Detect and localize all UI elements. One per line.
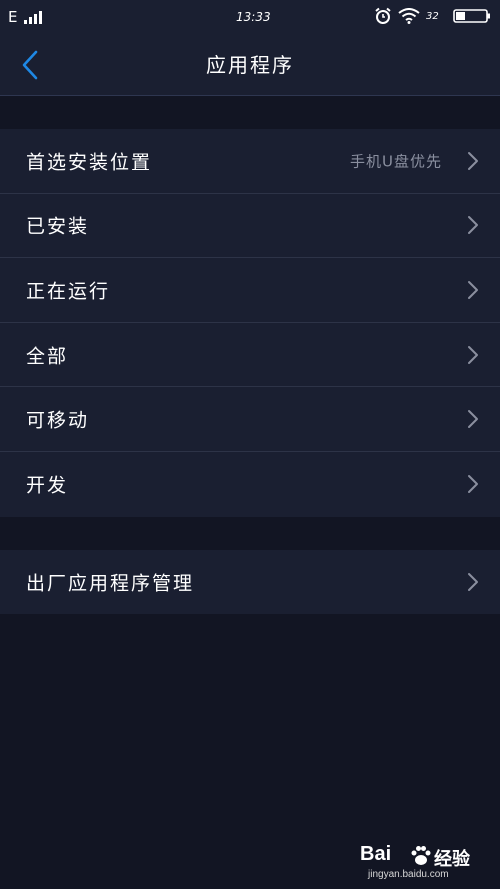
watermark-url: jingyan.baidu.com: [368, 869, 449, 880]
list-item-label: 已安装: [26, 215, 90, 238]
list-item-value: 手机U盘优先: [350, 152, 442, 171]
list-item-label: 出厂应用程序管理: [26, 572, 195, 595]
chevron-right-icon: [468, 345, 478, 364]
chevron-right-icon: [468, 475, 478, 494]
list-item-label: 首选安装位置: [26, 151, 153, 174]
list-item-all[interactable]: 全部: [0, 323, 500, 388]
watermark-brand: Bai: [360, 843, 392, 865]
list-item-label: 开发: [26, 474, 69, 497]
settings-group-2: 出厂应用程序管理: [0, 550, 500, 614]
chevron-right-icon: [468, 410, 478, 429]
battery-icon: [453, 9, 490, 23]
clock: 13:33: [236, 10, 271, 24]
list-item-install-location[interactable]: 首选安装位置 手机U盘优先: [0, 129, 500, 194]
status-bar: E 13:33 32: [0, 0, 500, 34]
settings-group-1: 首选安装位置 手机U盘优先 已安装 正在运行 全部 可移动 开发: [0, 129, 500, 517]
screen: E 13:33 32 应用程序 首选安装位置 手机U盘优先 已安装 正在运行 全…: [0, 0, 500, 889]
list-item-label: 可移动: [26, 409, 90, 432]
list-item-label: 全部: [26, 345, 69, 368]
baidu-watermark: Bai 经验 jingyan.baidu.com: [360, 843, 488, 883]
wifi-icon: [398, 8, 420, 24]
nav-bar: 应用程序: [0, 34, 500, 96]
list-item-movable[interactable]: 可移动: [0, 387, 500, 452]
chevron-right-icon: [468, 280, 478, 299]
chevron-right-icon: [468, 216, 478, 235]
list-item-label: 正在运行: [26, 280, 111, 303]
page-title: 应用程序: [206, 53, 294, 77]
network-type: E: [8, 8, 18, 26]
paw-icon: [411, 846, 431, 865]
battery-percent: 32: [426, 11, 439, 22]
list-item-installed[interactable]: 已安装: [0, 194, 500, 259]
chevron-right-icon: [468, 151, 478, 170]
alarm-icon: [375, 7, 391, 24]
list-item-development[interactable]: 开发: [0, 452, 500, 517]
signal-icon: [24, 11, 42, 24]
watermark-suffix: 经验: [434, 849, 470, 870]
chevron-right-icon: [468, 573, 478, 591]
list-item-factory-apps[interactable]: 出厂应用程序管理: [0, 550, 500, 614]
list-item-running[interactable]: 正在运行: [0, 258, 500, 323]
